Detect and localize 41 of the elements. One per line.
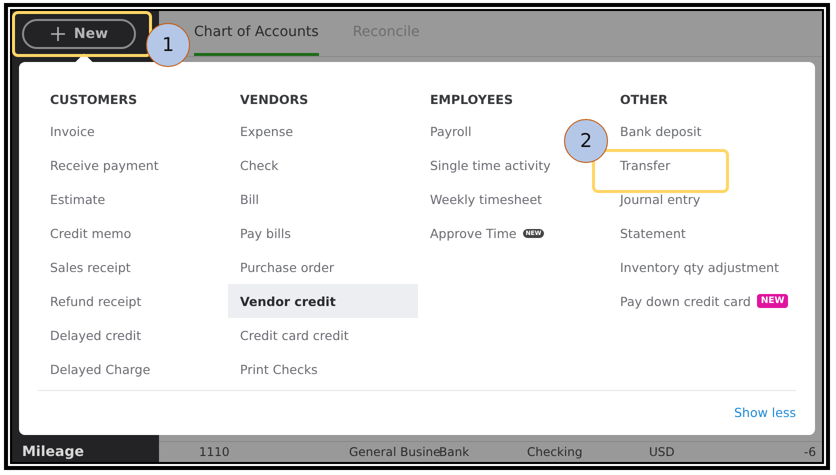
column-heading: VENDORS (239, 91, 310, 109)
menu-item[interactable]: Weekly timesheet (418, 182, 554, 216)
menu-item[interactable]: Inventory qty adjustment (608, 250, 791, 284)
plus-icon (50, 26, 66, 42)
menu-item[interactable]: Bank deposit (608, 114, 714, 148)
table-cell-text: Bank (439, 445, 470, 459)
menu-item[interactable]: Check (228, 148, 290, 182)
menu-item[interactable]: Receive payment (38, 148, 171, 182)
menu-item[interactable]: Delayed Charge (38, 352, 162, 386)
menu-item[interactable]: Payroll (418, 114, 484, 148)
menu-item[interactable]: Purchase order (228, 250, 346, 284)
menu-item[interactable]: Invoice (38, 114, 107, 148)
menu-item[interactable]: Sales receipt (38, 250, 143, 284)
column-heading: EMPLOYEES (429, 91, 514, 109)
menu-item[interactable]: Bill (228, 182, 271, 216)
table-cell-text: 1110 (199, 445, 231, 459)
menu-item[interactable]: Pay bills (228, 216, 303, 250)
menu-item[interactable]: Credit card credit (228, 318, 361, 352)
menu-item[interactable]: Refund receipt (38, 284, 154, 318)
tab[interactable]: Chart of Accounts (194, 11, 319, 56)
nav-item[interactable]: Mileage (12, 444, 159, 462)
menu-item[interactable]: Estimate (38, 182, 118, 216)
menu-item[interactable]: Transfer (608, 148, 682, 182)
table-cell: -6 (804, 445, 816, 459)
show-less-link[interactable]: Show less (734, 405, 796, 420)
column-heading: OTHER (619, 91, 669, 109)
table-cell-text: Checking (527, 445, 584, 459)
menu-item[interactable]: Delayed credit (38, 318, 154, 352)
table-cell-text: USD (649, 445, 676, 459)
menu-item[interactable]: Single time activity (418, 148, 563, 182)
menu-item[interactable]: Print Checks (228, 352, 330, 386)
menu-item[interactable]: Statement (608, 216, 698, 250)
menu-item[interactable]: Expense (228, 114, 306, 148)
menu-item[interactable]: Pay down credit card NEW (608, 284, 800, 318)
menu-item[interactable]: Vendor credit (228, 284, 418, 318)
column-heading: CUSTOMERS (49, 91, 138, 109)
table-cell: General Busine (349, 445, 439, 459)
new-badge: NEW (756, 294, 788, 308)
new-button[interactable]: New (22, 19, 136, 49)
menu-item[interactable]: Journal entry (608, 182, 712, 216)
menu-item[interactable]: Credit memo (38, 216, 144, 250)
